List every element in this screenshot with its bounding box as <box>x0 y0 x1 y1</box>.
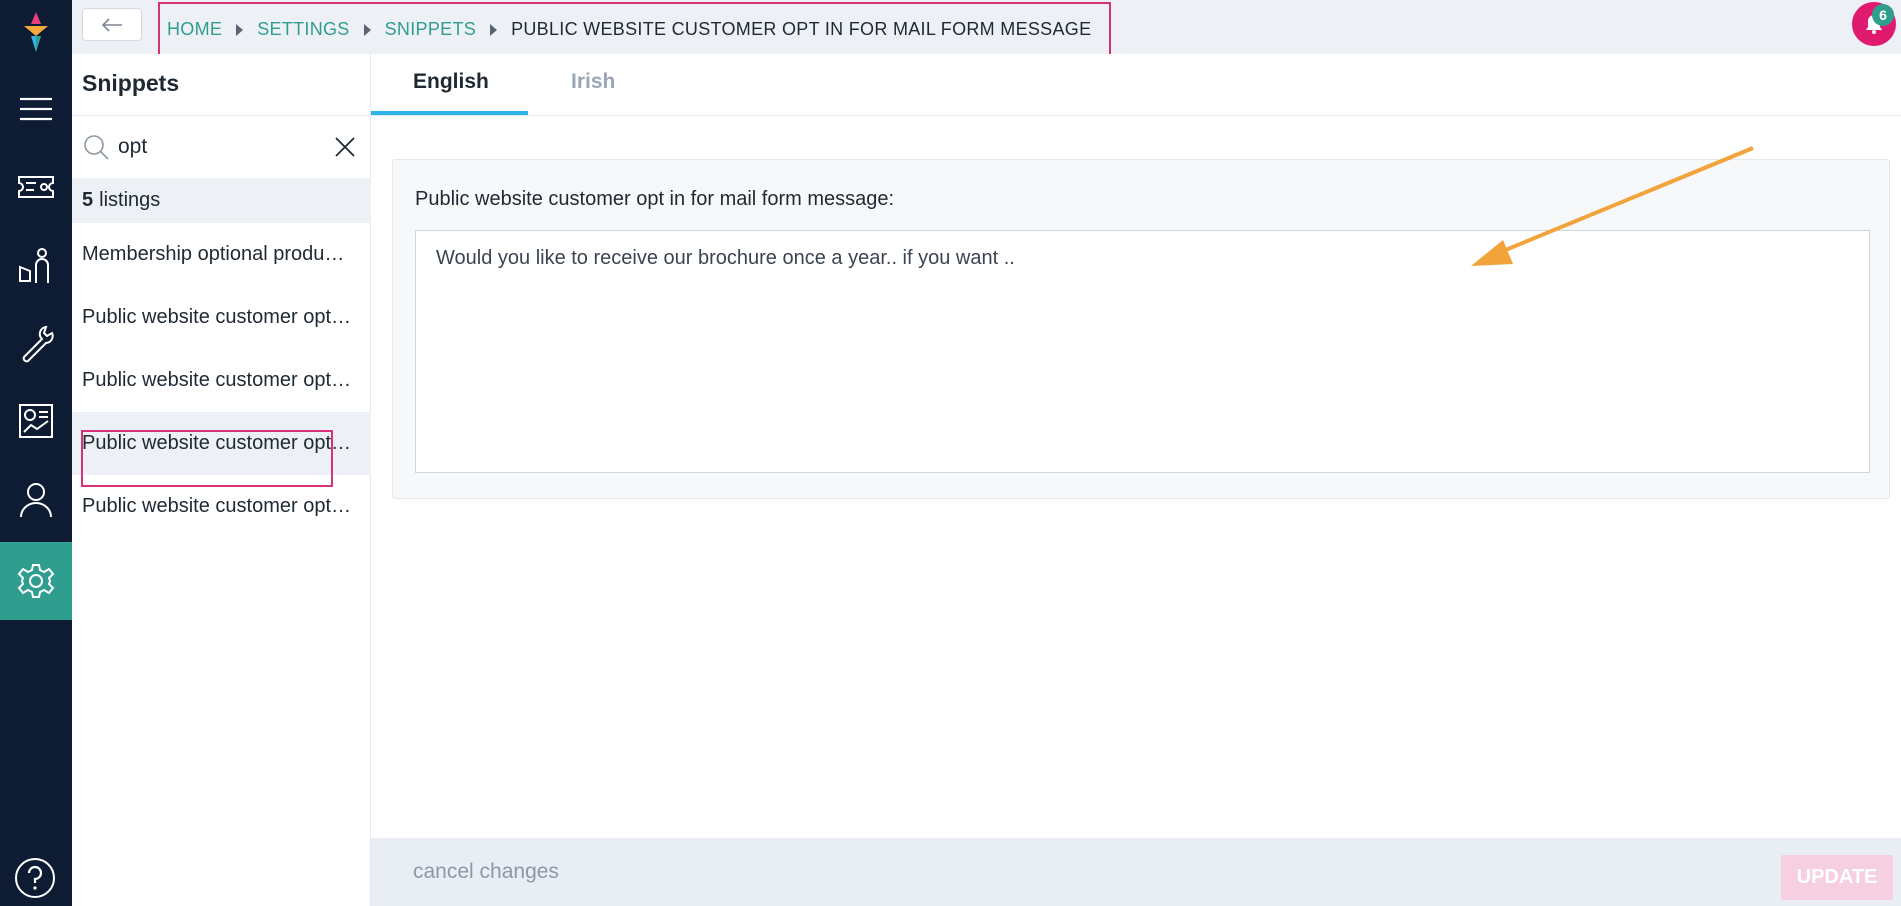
tools-icon[interactable] <box>0 304 72 382</box>
list-item-label: Membership optional product description <box>82 243 352 265</box>
reports-icon[interactable] <box>0 382 72 460</box>
user-icon[interactable] <box>0 460 72 538</box>
notification-count-badge: 6 <box>1872 4 1894 26</box>
list-item-label: Public website customer opt in for email… <box>82 306 352 328</box>
list-item[interactable]: Public website customer opt in for sms f… <box>72 349 371 412</box>
listings-count-number: 5 <box>82 189 94 211</box>
list-item[interactable]: Public website customer opt in for email… <box>72 286 371 349</box>
annotation-arrow-icon <box>1471 146 1754 266</box>
breadcrumb-settings[interactable]: SETTINGS <box>257 19 349 40</box>
back-button[interactable] <box>82 8 142 41</box>
cancel-changes-link[interactable]: cancel changes <box>413 860 559 884</box>
breadcrumb: HOME SETTINGS SNIPPETS PUBLIC WEBSITE CU… <box>158 2 1112 57</box>
tickets-icon[interactable] <box>0 148 72 226</box>
tab-irish[interactable]: Irish <box>571 70 615 94</box>
listings-count: 5 listings <box>72 178 371 223</box>
annotation-highlight-box <box>81 430 333 487</box>
snippets-list: Membership optional product description … <box>72 223 371 538</box>
breadcrumb-home[interactable]: HOME <box>167 19 222 40</box>
list-item[interactable]: Membership optional product description <box>72 223 371 286</box>
search-icon <box>84 135 109 160</box>
help-icon[interactable] <box>13 856 57 900</box>
list-item-label: Public website customer opt in for sms f… <box>82 369 352 391</box>
breadcrumb-separator-icon <box>236 23 244 36</box>
settings-icon[interactable] <box>0 542 72 620</box>
divider <box>72 115 371 116</box>
breadcrumb-separator-icon <box>490 23 498 36</box>
field-label: Public website customer opt in for mail … <box>415 188 895 210</box>
search-input[interactable] <box>118 130 318 164</box>
breadcrumb-current: PUBLIC WEBSITE CUSTOMER OPT IN FOR MAIL … <box>511 19 1092 39</box>
update-button[interactable]: UPDATE <box>1781 855 1893 900</box>
language-tabs: English Irish <box>371 54 1901 116</box>
tab-english[interactable]: English <box>413 70 489 94</box>
snippet-editor: English Irish Public website customer op… <box>371 54 1901 906</box>
listings-count-label: listings <box>99 189 161 211</box>
panel-title: Snippets <box>82 70 180 96</box>
app-logo-icon[interactable] <box>18 10 54 54</box>
close-icon[interactable] <box>332 134 358 160</box>
menu-icon[interactable] <box>0 70 72 148</box>
nav-rail <box>0 0 72 906</box>
breadcrumb-separator-icon <box>363 23 371 36</box>
customer-icon[interactable] <box>0 226 72 304</box>
action-bar: cancel changes UPDATE <box>371 838 1901 906</box>
active-tab-indicator <box>371 111 528 115</box>
breadcrumb-snippets[interactable]: SNIPPETS <box>385 19 476 40</box>
list-item-label: Public website customer opt in for phone… <box>82 495 352 517</box>
arrow-left-icon <box>101 17 122 32</box>
top-header: HOME SETTINGS SNIPPETS PUBLIC WEBSITE CU… <box>72 0 1901 57</box>
